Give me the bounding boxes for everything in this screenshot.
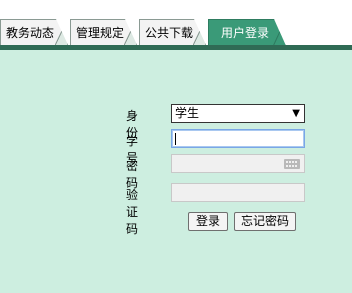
tab-edge <box>273 20 285 46</box>
tab-downloads[interactable]: 公共下载 <box>139 19 206 45</box>
chevron-down-icon: ▼ <box>292 108 300 119</box>
identity-value: 学生 <box>175 106 200 120</box>
tab-login[interactable]: 用户登录 <box>208 19 286 46</box>
identity-select[interactable]: 学生 ▼ <box>171 104 305 123</box>
tab-label: 用户登录 <box>221 26 270 40</box>
tab-edge <box>124 20 136 45</box>
tab-edge <box>193 20 205 45</box>
captcha-label: 验证码 <box>126 188 139 236</box>
captcha-input[interactable] <box>171 183 305 202</box>
forgot-password-button[interactable]: 忘记密码 <box>234 212 296 231</box>
tab-bar: 教务动态 管理规定 公共下载 用户登录 <box>0 0 352 50</box>
login-button[interactable]: 登录 <box>188 212 228 231</box>
keyboard-icon[interactable] <box>284 159 300 169</box>
tab-news[interactable]: 教务动态 <box>0 19 68 45</box>
tab-regulations[interactable]: 管理规定 <box>70 19 137 45</box>
tab-edge <box>55 20 67 45</box>
text-caret <box>175 133 176 145</box>
tab-label: 公共下载 <box>145 26 194 40</box>
password-input[interactable] <box>171 154 305 173</box>
tab-label: 管理规定 <box>76 26 125 40</box>
tab-label: 教务动态 <box>6 26 55 40</box>
tab-strip <box>0 45 352 50</box>
student-id-input[interactable] <box>171 129 305 148</box>
